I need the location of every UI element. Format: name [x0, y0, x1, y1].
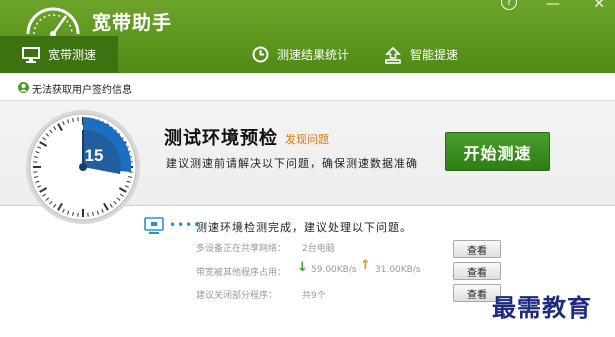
tab-label: 智能提速 — [410, 48, 459, 62]
tab-label: 宽带测速 — [47, 48, 96, 62]
precheck-title: 测试环境预检 — [164, 128, 278, 149]
account-notice: 无法获取用户签约信息 — [18, 81, 132, 96]
watermark-text: 最需教育 — [492, 293, 592, 322]
help-button[interactable]: ? — [501, 0, 517, 10]
close-button[interactable]: ✕ — [593, 0, 605, 12]
clock-icon — [252, 46, 269, 63]
view-button-devices[interactable]: 查看 — [453, 240, 501, 258]
upload-rate: 31.00KB/s — [375, 265, 421, 275]
user-icon — [18, 81, 29, 96]
view-button-bandwidth[interactable]: 查看 — [453, 262, 501, 280]
notice-text: 无法获取用户签约信息 — [32, 85, 132, 96]
issue-label-close-programs: 建议关闭部分程序： — [196, 291, 278, 301]
issues-found-link[interactable]: 发现问题 — [285, 131, 329, 147]
tab-speed-test[interactable]: 宽带测速 — [0, 36, 118, 73]
issue-value-devices: 2台电脑 — [302, 244, 335, 254]
result-title: 测速环境检测完成，建议处理以下问题。 — [196, 221, 412, 234]
minimize-button[interactable]: — — [546, 0, 560, 12]
app-title: 宽带助手 — [92, 12, 173, 34]
main-tabs: 宽带测速 测速结果统计 智能提速 — [0, 36, 615, 73]
countdown-value: 15 — [85, 146, 104, 165]
speedometer-logo-icon — [26, 7, 80, 36]
countdown-dial: 15 — [26, 110, 140, 224]
issue-label-bandwidth: 带宽被其他程序占用： — [196, 268, 287, 278]
upload-icon — [384, 46, 402, 64]
tab-label: 测速结果统计 — [277, 48, 350, 62]
issue-value-programs: 共9个 — [302, 291, 326, 301]
monitor-icon — [21, 46, 40, 63]
pc-check-icon — [144, 217, 164, 234]
tab-smart-boost[interactable]: 智能提速 — [384, 36, 458, 73]
start-speed-test-button[interactable]: 开始测速 — [445, 132, 550, 171]
precheck-subtitle: 建议测速前请解决以下问题，确保测速数据准确 — [166, 157, 418, 170]
upload-arrow-icon: ↑ — [360, 258, 371, 273]
download-rate: 59.00KB/s — [311, 265, 357, 275]
tab-result-stats[interactable]: 测速结果统计 — [252, 36, 349, 73]
download-arrow-icon: ↓ — [297, 260, 308, 275]
title-bar: 宽带助手 ? — ✕ 宽带测速 测速结果统计 智能提速 — [0, 0, 615, 73]
issue-label-shared-network: 多设备正在共享网络： — [196, 244, 287, 254]
